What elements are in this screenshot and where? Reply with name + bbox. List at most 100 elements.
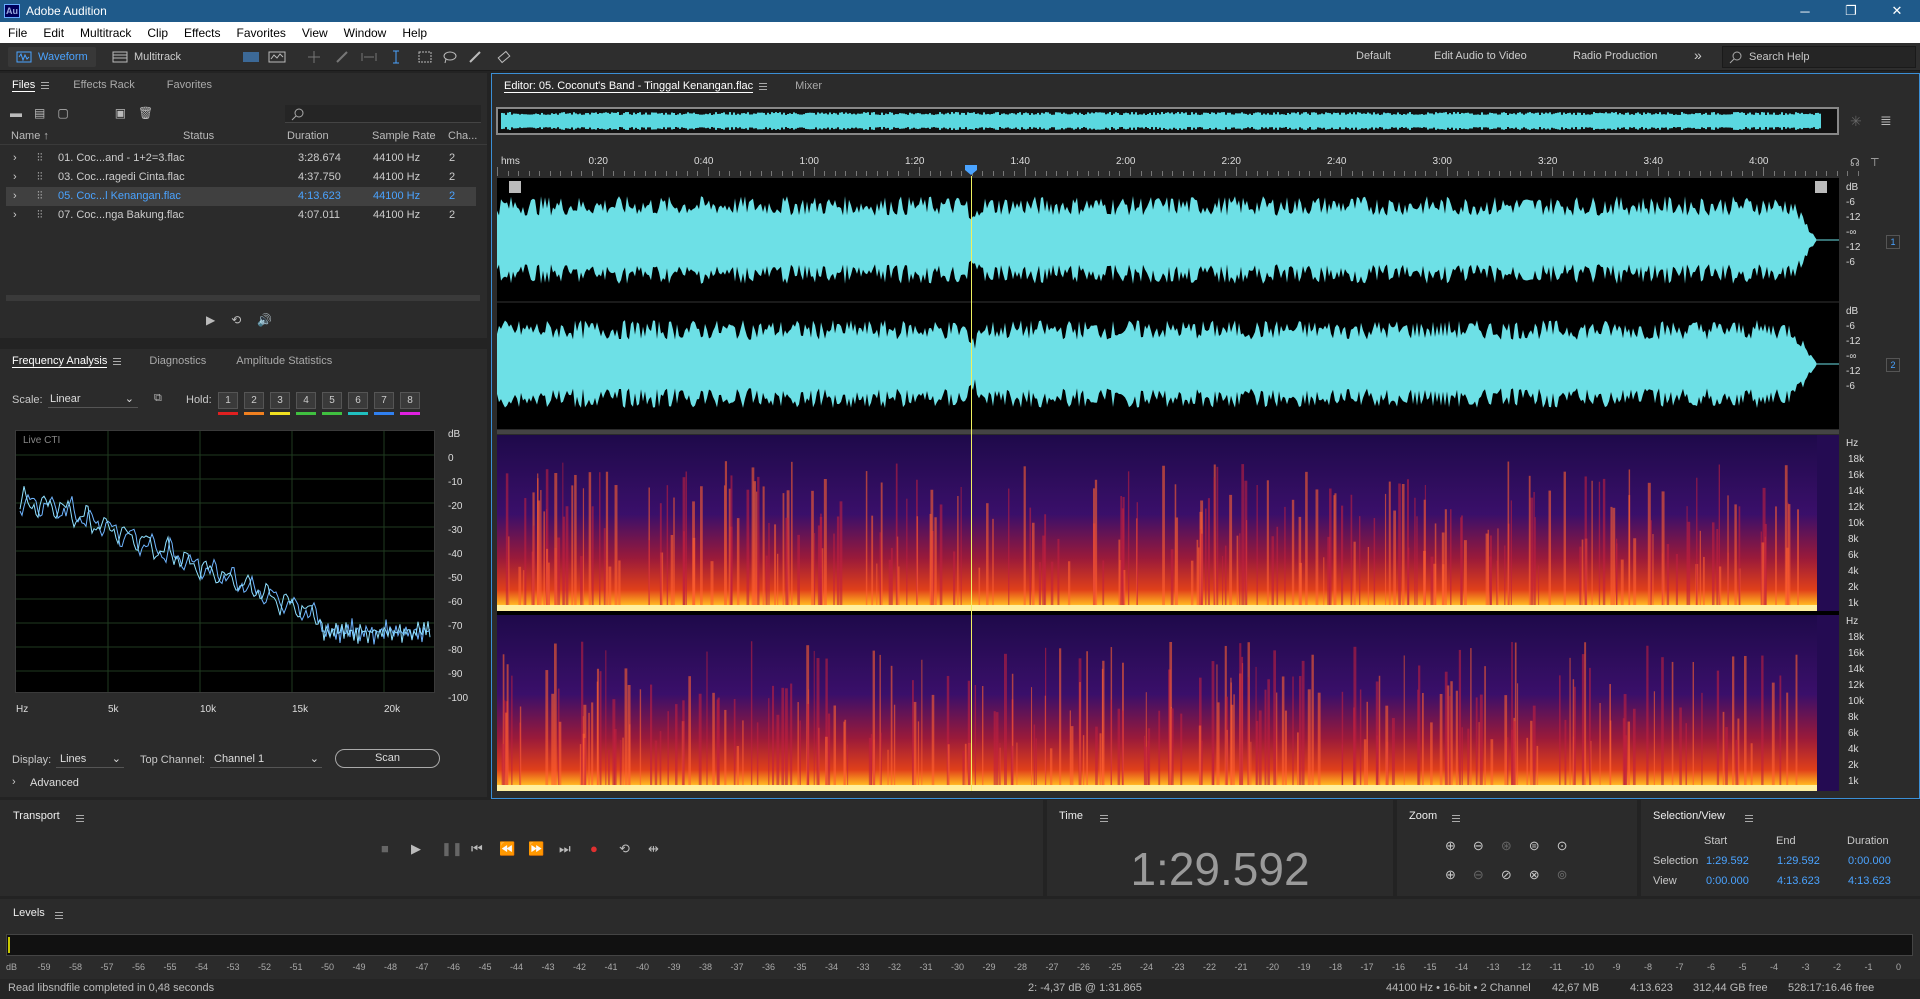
zoom-in-amplitude-icon[interactable]: ⊕ — [1445, 838, 1456, 854]
panel-menu-icon[interactable] — [55, 912, 63, 919]
spectral-display-button[interactable] — [242, 47, 260, 67]
skip-to-end-icon[interactable]: ⏭ — [559, 841, 571, 857]
panel-menu-icon[interactable] — [1745, 815, 1753, 822]
selection-start[interactable]: 1:29.592 — [1706, 855, 1749, 867]
loop-icon[interactable]: ⟲ — [231, 313, 241, 327]
tab-mixer[interactable]: Mixer — [779, 74, 834, 98]
copy-icon[interactable]: ⧉ — [154, 392, 162, 405]
files-search-input[interactable] — [285, 105, 481, 123]
fast-forward-icon[interactable]: ⏩ — [528, 841, 544, 857]
advanced-chevron-icon[interactable]: › — [12, 776, 16, 788]
search-help-field[interactable]: Search Help — [1722, 46, 1916, 68]
waveform-display[interactable] — [497, 178, 1839, 429]
zoom-reset-icon[interactable]: ⊙ — [1557, 838, 1568, 854]
tab-diagnostics[interactable]: Diagnostics — [133, 349, 218, 373]
time-selection-tool[interactable] — [390, 47, 402, 67]
skip-selection-icon[interactable]: ⇹ — [648, 841, 659, 857]
selection-duration[interactable]: 0:00.000 — [1848, 855, 1891, 867]
menu-multitrack[interactable]: Multitrack — [72, 26, 139, 40]
zoom-full-icon[interactable]: ⊜ — [1529, 838, 1540, 854]
channel-2-toggle[interactable]: 2 — [1886, 358, 1900, 372]
tab-editor[interactable]: Editor: 05. Coconut's Band - Tinggal Ken… — [492, 74, 779, 98]
advanced-toggle[interactable]: Advanced — [30, 777, 79, 789]
workspace-default[interactable]: Default — [1356, 50, 1391, 62]
play-icon[interactable]: ▶ — [411, 841, 421, 857]
hold-button-7[interactable]: 7 — [374, 392, 394, 409]
panel-menu-icon[interactable] — [41, 81, 50, 89]
panel-menu-icon[interactable] — [1452, 815, 1460, 822]
menu-file[interactable]: File — [0, 26, 35, 40]
menu-view[interactable]: View — [294, 26, 336, 40]
tab-frequency-analysis[interactable]: Frequency Analysis — [0, 349, 133, 373]
zoom-selection-icon[interactable]: ⊘ — [1501, 867, 1512, 883]
scan-button[interactable]: Scan — [335, 749, 440, 768]
playhead-marker-icon[interactable] — [964, 164, 978, 176]
marquee-tool[interactable] — [418, 47, 432, 67]
zoom-in-time-icon[interactable]: ⊕ — [1445, 867, 1456, 883]
razor-tool[interactable] — [334, 47, 350, 67]
panel-menu-icon[interactable] — [113, 357, 122, 365]
expand-icon[interactable] — [1815, 181, 1827, 193]
tab-amplitude-statistics[interactable]: Amplitude Statistics — [218, 349, 344, 373]
col-status[interactable]: Status — [183, 130, 214, 142]
hold-button-1[interactable]: 1 — [218, 392, 238, 409]
time-ruler[interactable]: hms 0:20 0:40 1:00 1:20 1:40 2:00 2:20 2:40 3:00 3… — [497, 152, 1859, 176]
move-tool[interactable] — [306, 47, 322, 67]
rewind-icon[interactable]: ⏪ — [499, 841, 515, 857]
channel-1-toggle[interactable]: 1 — [1886, 235, 1900, 249]
menu-edit[interactable]: Edit — [35, 26, 72, 40]
spectral-display[interactable] — [497, 435, 1839, 791]
tab-effects-rack[interactable]: Effects Rack — [61, 73, 147, 97]
stop-icon[interactable]: ■ — [381, 841, 389, 856]
open-folder-icon[interactable]: ▬ — [10, 106, 22, 120]
hold-button-2[interactable]: 2 — [244, 392, 264, 409]
files-hscrollbar[interactable] — [6, 295, 480, 301]
expand-icon[interactable]: › — [13, 190, 17, 202]
menu-help[interactable]: Help — [394, 26, 435, 40]
view-splitter[interactable] — [497, 430, 1839, 434]
panel-menu-icon[interactable] — [759, 82, 768, 90]
playhead-line[interactable] — [971, 176, 972, 791]
more-workspaces-button[interactable]: » — [1694, 47, 1702, 63]
auto-play-icon[interactable]: 🔊 — [257, 313, 272, 327]
menu-window[interactable]: Window — [336, 26, 395, 40]
scale-dropdown[interactable]: Linear ⌄ — [48, 390, 138, 408]
spectral-frequency-button[interactable] — [268, 47, 286, 67]
minimize-button[interactable]: ─ — [1782, 0, 1828, 22]
import-icon[interactable]: ▤ — [34, 106, 45, 120]
file-row[interactable]: › ⫶⫶ 03. Coc...ragedi Cinta.flac 4:37.750… — [6, 168, 476, 187]
selection-end[interactable]: 1:29.592 — [1777, 855, 1820, 867]
zoom-navigator-icon[interactable]: ✳ — [1850, 113, 1862, 130]
view-end[interactable]: 4:13.623 — [1777, 875, 1820, 887]
col-channels[interactable]: Cha... — [448, 130, 477, 142]
loop-playback-icon[interactable]: ⟲ — [619, 841, 630, 857]
play-icon[interactable]: ▶ — [206, 313, 215, 327]
expand-icon[interactable]: › — [13, 152, 17, 164]
maximize-button[interactable]: ❐ — [1828, 0, 1874, 22]
zoom-out-amplitude-icon[interactable]: ⊖ — [1473, 838, 1484, 854]
expand-icon[interactable]: › — [13, 171, 17, 183]
pause-icon[interactable]: ❚❚ — [441, 841, 463, 857]
workspace-radio-production[interactable]: Radio Production — [1573, 50, 1657, 62]
lasso-tool[interactable] — [442, 47, 458, 67]
col-name[interactable]: Name ↑ — [11, 130, 49, 142]
menu-effects[interactable]: Effects — [176, 26, 228, 40]
hold-button-4[interactable]: 4 — [296, 392, 316, 409]
zoom-out-time-icon[interactable]: ⊖ — [1473, 867, 1484, 883]
zoom-tracks-icon[interactable]: ⊚ — [1557, 867, 1568, 883]
pin-icon[interactable]: ⊤ — [1870, 156, 1880, 169]
expand-icon[interactable]: › — [13, 209, 17, 221]
waveform-view-button[interactable]: Waveform — [8, 47, 96, 67]
file-row-selected[interactable]: › ⫶⫶ 05. Coc...l Kenangan.flac 4:13.623 4… — [6, 187, 476, 206]
tab-files[interactable]: Files — [0, 73, 61, 97]
tab-favorites[interactable]: Favorites — [147, 73, 224, 97]
workspace-edit-audio-to-video[interactable]: Edit Audio to Video — [1434, 50, 1527, 62]
list-icon[interactable]: ≣ — [1880, 112, 1892, 129]
display-dropdown[interactable]: Lines ⌄ — [56, 750, 124, 768]
panel-menu-icon[interactable] — [1100, 815, 1108, 822]
close-button[interactable]: ✕ — [1874, 0, 1920, 22]
record-icon[interactable]: ● — [590, 841, 598, 856]
col-duration[interactable]: Duration — [287, 130, 329, 142]
multitrack-view-button[interactable]: Multitrack — [112, 47, 181, 67]
delete-icon[interactable]: 🗑 — [138, 106, 153, 120]
